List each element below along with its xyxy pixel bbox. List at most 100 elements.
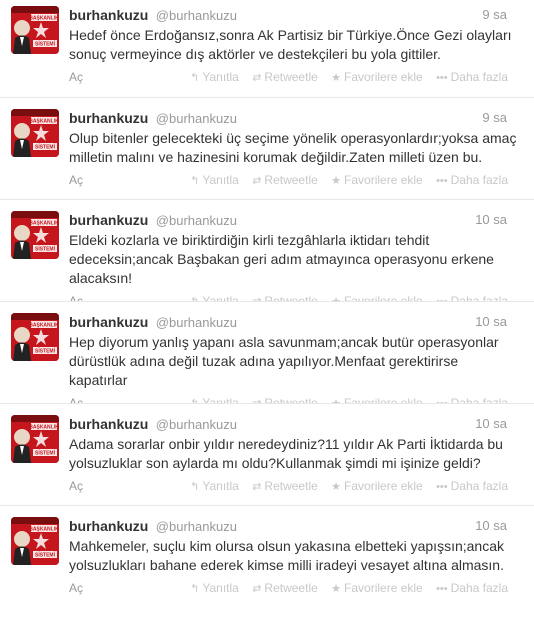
tweet-fullname[interactable]: burhankuzu: [69, 212, 148, 228]
reply-button[interactable]: ↰Yanıtla: [190, 396, 239, 403]
reply-label: Yanıtla: [202, 396, 239, 403]
tweet-header: burhankuzu @burhankuzu 9 sa: [69, 6, 522, 24]
tweet-header: burhankuzu @burhankuzu 9 sa: [69, 109, 522, 127]
svg-text:BAŞKANLIK: BAŞKANLIK: [29, 119, 59, 125]
tweet-fullname[interactable]: burhankuzu: [69, 518, 148, 534]
retweet-button[interactable]: ⇄Retweetle: [252, 294, 318, 301]
more-label: Daha fazla: [450, 70, 508, 84]
tweet-item[interactable]: BAŞKANLIK SİSTEMİ burhankuzu @burhankuzu…: [0, 97, 534, 199]
retweet-icon: ⇄: [252, 583, 262, 595]
svg-text:BAŞKANLIK: BAŞKANLIK: [29, 425, 59, 431]
svg-text:BAŞKANLIK: BAŞKANLIK: [29, 323, 59, 329]
dots-icon: •••: [436, 583, 448, 595]
reply-button[interactable]: ↰Yanıtla: [190, 173, 239, 187]
tweet-footer: Aç ↰Yanıtla ⇄Retweetle ★Favorilere ekle …: [69, 477, 522, 495]
retweet-button[interactable]: ⇄Retweetle: [252, 581, 318, 595]
more-label: Daha fazla: [450, 294, 508, 301]
expand-link[interactable]: Aç: [69, 294, 83, 301]
favorite-button[interactable]: ★Favorilere ekle: [331, 70, 423, 84]
retweet-icon: ⇄: [252, 72, 262, 84]
tweet-timestamp[interactable]: 10 sa: [475, 517, 507, 535]
tweet-fullname[interactable]: burhankuzu: [69, 416, 148, 432]
expand-link[interactable]: Aç: [69, 173, 83, 187]
tweet-fullname[interactable]: burhankuzu: [69, 314, 148, 330]
reply-label: Yanıtla: [202, 173, 239, 187]
tweet-username[interactable]: @burhankuzu: [156, 315, 237, 330]
reply-label: Yanıtla: [202, 294, 239, 301]
svg-text:BAŞKANLIK: BAŞKANLIK: [29, 527, 59, 533]
tweet-fullname[interactable]: burhankuzu: [69, 110, 148, 126]
svg-text:SİSTEMİ: SİSTEMİ: [35, 348, 56, 355]
tweet-timestamp[interactable]: 9 sa: [482, 109, 507, 127]
tweet-timestamp[interactable]: 10 sa: [475, 313, 507, 331]
tweet-actions: ↰Yanıtla ⇄Retweetle ★Favorilere ekle •••…: [180, 173, 508, 187]
favorite-button[interactable]: ★Favorilere ekle: [331, 396, 423, 403]
more-button[interactable]: •••Daha fazla: [436, 70, 508, 84]
tweet-item[interactable]: BAŞKANLIK SİSTEMİ burhankuzu @burhankuzu…: [0, 199, 534, 301]
tweet-header: burhankuzu @burhankuzu 10 sa: [69, 517, 522, 535]
tweet-text: Hedef önce Erdoğansız,sonra Ak Partisiz …: [69, 27, 512, 62]
avatar-image: BAŞKANLIK SİSTEMİ: [11, 6, 59, 54]
expand-link[interactable]: Aç: [69, 479, 83, 493]
tweet-item[interactable]: BAŞKANLIK SİSTEMİ burhankuzu @burhankuzu…: [0, 403, 534, 505]
tweet-text: Eldeki kozlarla ve biriktirdiğin kirli t…: [69, 232, 494, 286]
tweet-timestamp[interactable]: 10 sa: [475, 211, 507, 229]
retweet-button[interactable]: ⇄Retweetle: [252, 173, 318, 187]
favorite-label: Favorilere ekle: [344, 173, 423, 187]
favorite-button[interactable]: ★Favorilere ekle: [331, 479, 423, 493]
tweet-timestamp[interactable]: 10 sa: [475, 415, 507, 433]
more-button[interactable]: •••Daha fazla: [436, 294, 508, 301]
dots-icon: •••: [436, 72, 448, 84]
favorite-button[interactable]: ★Favorilere ekle: [331, 173, 423, 187]
reply-button[interactable]: ↰Yanıtla: [190, 479, 239, 493]
tweet-footer: Aç ↰Yanıtla ⇄Retweetle ★Favorilere ekle …: [69, 68, 522, 86]
reply-label: Yanıtla: [202, 479, 239, 493]
expand-link[interactable]: Aç: [69, 70, 83, 84]
tweet-text: Mahkemeler, suçlu kim olursa olsun yakas…: [69, 538, 504, 573]
tweet-item[interactable]: BAŞKANLIK SİSTEMİ burhankuzu @burhankuzu…: [0, 505, 534, 613]
tweet-item[interactable]: BAŞKANLIK SİSTEMİ burhankuzu @burhankuzu…: [0, 0, 534, 97]
more-button[interactable]: •••Daha fazla: [436, 173, 508, 187]
tweet-username[interactable]: @burhankuzu: [156, 417, 237, 432]
favorite-button[interactable]: ★Favorilere ekle: [331, 294, 423, 301]
more-button[interactable]: •••Daha fazla: [436, 581, 508, 595]
avatar[interactable]: BAŞKANLIK SİSTEMİ: [11, 211, 59, 259]
more-button[interactable]: •••Daha fazla: [436, 396, 508, 403]
tweet-username[interactable]: @burhankuzu: [156, 213, 237, 228]
expand-link[interactable]: Aç: [69, 396, 83, 403]
more-label: Daha fazla: [450, 479, 508, 493]
tweet-username[interactable]: @burhankuzu: [156, 8, 237, 23]
reply-label: Yanıtla: [202, 70, 239, 84]
svg-text:SİSTEMİ: SİSTEMİ: [35, 246, 56, 253]
retweet-button[interactable]: ⇄Retweetle: [252, 70, 318, 84]
favorite-button[interactable]: ★Favorilere ekle: [331, 581, 423, 595]
more-button[interactable]: •••Daha fazla: [436, 479, 508, 493]
svg-text:SİSTEMİ: SİSTEMİ: [35, 41, 56, 48]
retweet-label: Retweetle: [264, 479, 318, 493]
tweet-username[interactable]: @burhankuzu: [156, 111, 237, 126]
reply-button[interactable]: ↰Yanıtla: [190, 581, 239, 595]
avatar[interactable]: BAŞKANLIK SİSTEMİ: [11, 6, 59, 54]
avatar-image: BAŞKANLIK SİSTEMİ: [11, 211, 59, 259]
tweet-username[interactable]: @burhankuzu: [156, 519, 237, 534]
tweet-item[interactable]: BAŞKANLIK SİSTEMİ burhankuzu @burhankuzu…: [0, 301, 534, 403]
svg-text:SİSTEMİ: SİSTEMİ: [35, 552, 56, 559]
reply-button[interactable]: ↰Yanıtla: [190, 70, 239, 84]
retweet-button[interactable]: ⇄Retweetle: [252, 479, 318, 493]
tweet-timeline: BAŞKANLIK SİSTEMİ burhankuzu @burhankuzu…: [0, 0, 534, 613]
retweet-button[interactable]: ⇄Retweetle: [252, 396, 318, 403]
avatar[interactable]: BAŞKANLIK SİSTEMİ: [11, 415, 59, 463]
tweet-actions: ↰Yanıtla ⇄Retweetle ★Favorilere ekle •••…: [180, 294, 508, 301]
reply-button[interactable]: ↰Yanıtla: [190, 294, 239, 301]
avatar[interactable]: BAŞKANLIK SİSTEMİ: [11, 313, 59, 361]
more-label: Daha fazla: [450, 581, 508, 595]
retweet-label: Retweetle: [264, 70, 318, 84]
more-label: Daha fazla: [450, 396, 508, 403]
avatar[interactable]: BAŞKANLIK SİSTEMİ: [11, 517, 59, 565]
avatar[interactable]: BAŞKANLIK SİSTEMİ: [11, 109, 59, 157]
tweet-timestamp[interactable]: 9 sa: [482, 6, 507, 24]
retweet-label: Retweetle: [264, 294, 318, 301]
expand-link[interactable]: Aç: [69, 581, 83, 595]
tweet-fullname[interactable]: burhankuzu: [69, 7, 148, 23]
tweet-header: burhankuzu @burhankuzu 10 sa: [69, 211, 522, 229]
